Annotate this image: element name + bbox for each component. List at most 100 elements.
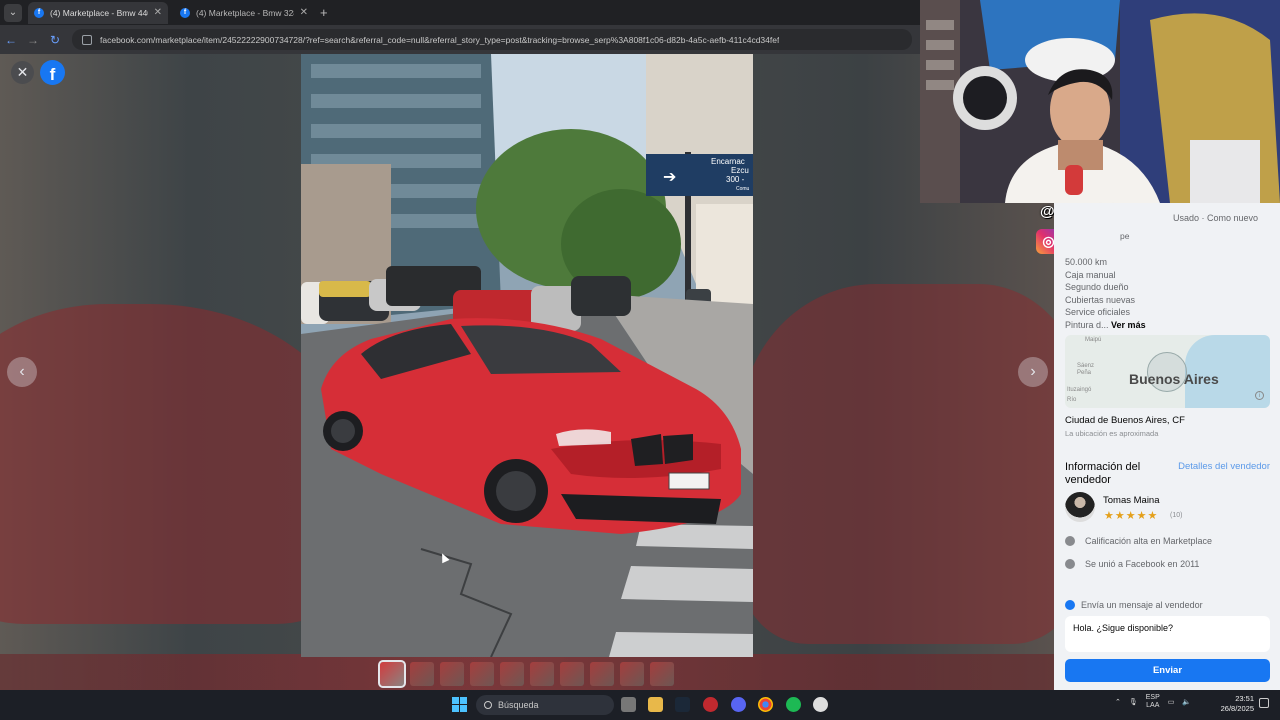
- street-sign-text: Comu: [736, 186, 750, 192]
- tab-close-icon[interactable]: ✕: [154, 7, 162, 18]
- listing-description: 50.000 km Caja manual Segundo dueño Cubi…: [1065, 256, 1146, 331]
- steam-icon[interactable]: [675, 697, 690, 712]
- close-viewer-button[interactable]: ✕: [11, 61, 34, 84]
- street-sign-text: Ezcu: [731, 166, 749, 175]
- seller-avatar[interactable]: [1065, 492, 1095, 522]
- photo-thumbnail[interactable]: [530, 662, 554, 686]
- tab-marketplace-440i[interactable]: f (4) Marketplace - Bmw 440i Co ✕: [28, 1, 168, 24]
- badge-icon: [1065, 536, 1075, 546]
- thumbnail-strip: [378, 660, 674, 688]
- clock-time: 23:51: [1235, 694, 1254, 703]
- send-button[interactable]: Enviar: [1065, 659, 1270, 682]
- windows-start-icon[interactable]: [452, 697, 467, 712]
- notification-icon[interactable]: [1259, 698, 1269, 708]
- seller-rating-stars: ★★★★★: [1104, 510, 1159, 522]
- tab-search-button[interactable]: ⌄: [4, 3, 22, 22]
- blurred-background: [740, 284, 1054, 644]
- photo-thumbnail[interactable]: [560, 662, 584, 686]
- description-line: Caja manual: [1065, 269, 1116, 280]
- photo-thumbnail[interactable]: [440, 662, 464, 686]
- keyboard-layout: LAA: [1146, 702, 1160, 709]
- next-photo-button[interactable]: ›: [1018, 357, 1048, 387]
- joined-text: Se unió a Facebook en 2011: [1085, 559, 1200, 569]
- photo-thumbnail[interactable]: [590, 662, 614, 686]
- facebook-joined-icon: [1065, 559, 1075, 569]
- tab-close-icon[interactable]: ✕: [300, 7, 308, 18]
- new-tab-button[interactable]: +: [320, 5, 328, 20]
- discord-icon[interactable]: [731, 697, 746, 712]
- photo-thumbnail[interactable]: [470, 662, 494, 686]
- svg-text:➔: ➔: [663, 167, 676, 186]
- facebook-favicon-icon: f: [180, 7, 190, 18]
- message-input[interactable]: Hola. ¿Sigue disponible?: [1065, 616, 1270, 652]
- webcam-illustration: [920, 0, 1280, 203]
- messenger-icon: [1065, 600, 1075, 610]
- listing-subtitle: pe: [1120, 231, 1130, 241]
- street-sign-text: 300 -: [726, 175, 745, 184]
- browser-tab-bar: ⌄ f (4) Marketplace - Bmw 440i Co ✕ f (4…: [0, 0, 920, 25]
- marketplace-rating-row: Calificación alta en Marketplace: [1065, 536, 1212, 546]
- language-code: ESP: [1145, 694, 1160, 701]
- photo-thumbnail[interactable]: [620, 662, 644, 686]
- language-indicator[interactable]: ESP LAA: [1146, 694, 1160, 710]
- taskbar-search-label: Búsqueda: [498, 700, 539, 710]
- address-bar: ← → ↻ facebook.com/marketplace/item/2452…: [0, 25, 920, 54]
- spotify-icon[interactable]: [786, 697, 801, 712]
- message-heading-text: Envía un mensaje al vendedor: [1081, 600, 1203, 610]
- network-icon[interactable]: ▭: [1168, 698, 1175, 706]
- description-line: Segundo dueño: [1065, 282, 1129, 292]
- photo-thumbnail[interactable]: [500, 662, 524, 686]
- tab-title: (4) Marketplace - Bmw 328 pa: [196, 7, 294, 18]
- back-arrow-icon[interactable]: ←: [0, 33, 22, 47]
- obs-icon[interactable]: [813, 697, 828, 712]
- map-label: Ituzaingó: [1067, 387, 1092, 393]
- map-info-icon[interactable]: i: [1255, 391, 1264, 400]
- message-heading: Envía un mensaje al vendedor: [1065, 600, 1203, 610]
- location-map[interactable]: Maipú Sáenz Peña Ituzaingó Río Buenos Ai…: [1065, 335, 1270, 408]
- seller-rating-count: (10): [1170, 512, 1183, 519]
- system-tray: ⌃ 🎙 ESP LAA ▭ 🔈: [1115, 694, 1191, 710]
- listing-location: Ciudad de Buenos Aires, CF: [1065, 415, 1185, 426]
- facebook-favicon-icon: f: [34, 7, 44, 18]
- seller-name[interactable]: Tomas Maina: [1103, 495, 1160, 506]
- app-icon[interactable]: [703, 697, 718, 712]
- photo-thumbnail[interactable]: [650, 662, 674, 686]
- site-info-icon[interactable]: [82, 34, 92, 45]
- previous-photo-button[interactable]: ‹: [7, 357, 37, 387]
- description-line: Pintura d...: [1065, 319, 1109, 330]
- microphone-icon[interactable]: 🎙: [1129, 698, 1138, 706]
- taskbar-clock[interactable]: 23:51 26/8/2025: [1218, 694, 1254, 714]
- streamer-webcam: [920, 0, 1280, 203]
- seller-details-link[interactable]: Detalles del vendedor: [1178, 461, 1270, 472]
- description-line: Service oficiales: [1065, 307, 1131, 317]
- map-label: Río: [1067, 397, 1077, 403]
- description-line: Cubiertas nuevas: [1065, 294, 1136, 305]
- car-photo-illustration: ➔ Encarnac Ezcu 300 - Comu: [301, 54, 753, 657]
- photo-thumbnail[interactable]: [378, 660, 406, 688]
- marketplace-rating-text: Calificación alta en Marketplace: [1085, 536, 1213, 546]
- file-explorer-icon[interactable]: [648, 697, 663, 712]
- joined-row: Se unió a Facebook en 2011: [1065, 559, 1199, 569]
- tab-title: (4) Marketplace - Bmw 440i Co: [50, 7, 148, 18]
- volume-icon[interactable]: 🔈: [1182, 698, 1191, 706]
- show-hidden-icons-icon[interactable]: ⌃: [1115, 698, 1121, 706]
- search-icon: [484, 701, 492, 709]
- see-more-link[interactable]: Ver más: [1111, 320, 1146, 330]
- taskbar-search[interactable]: Búsqueda: [476, 695, 614, 715]
- map-label: Maipú: [1085, 337, 1102, 343]
- forward-arrow-icon[interactable]: →: [22, 33, 44, 47]
- url-text[interactable]: facebook.com/marketplace/item/2452222290…: [100, 35, 779, 45]
- location-note: La ubicación es aproximada: [1065, 429, 1159, 438]
- chrome-icon[interactable]: [758, 697, 773, 712]
- listing-photo: ➔ Encarnac Ezcu 300 - Comu: [301, 54, 753, 657]
- windows-taskbar: [0, 690, 1280, 720]
- facebook-logo-icon[interactable]: f: [40, 60, 65, 85]
- clock-date: 26/8/2025: [1220, 704, 1254, 713]
- description-line: 50.000 km: [1065, 257, 1108, 267]
- task-view-icon[interactable]: [621, 697, 636, 712]
- photo-thumbnail[interactable]: [410, 662, 434, 686]
- url-field[interactable]: facebook.com/marketplace/item/2452222290…: [72, 29, 912, 50]
- seller-info-heading: Información del vendedor: [1065, 461, 1141, 486]
- reload-icon[interactable]: ↻: [44, 33, 66, 47]
- tab-marketplace-328[interactable]: f (4) Marketplace - Bmw 328 pa ✕: [174, 2, 314, 24]
